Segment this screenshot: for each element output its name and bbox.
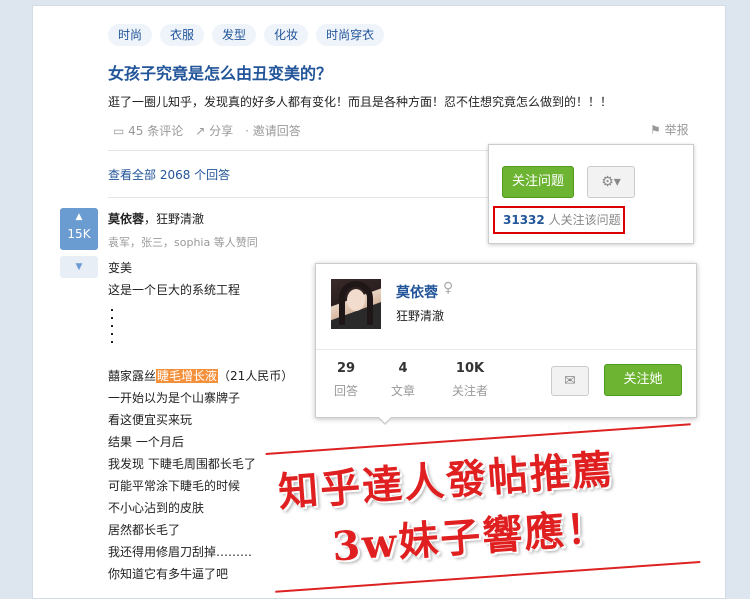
follower-count-label: 人关注该问题 [548, 213, 621, 227]
stat-number: 4 [398, 361, 408, 376]
answer-line: 一开始以为是个山寨牌子 [108, 391, 241, 405]
comment-icon: ▭ [113, 124, 129, 138]
invite-label: 邀请回答 [252, 124, 301, 138]
avatar[interactable] [331, 279, 381, 329]
answer-line: 不小心沾到的皮肤 [108, 501, 205, 515]
share-link[interactable]: ↗ 分享 [195, 122, 233, 139]
settings-dropdown-button[interactable]: ⚙▾ [587, 166, 635, 198]
answer-line: 看这便宜买来玩 [108, 413, 193, 427]
stat-articles[interactable]: 4 文章 [391, 361, 415, 399]
product-prefix: 囍家露丝 [108, 369, 157, 383]
topic-tag[interactable]: 化妆 [264, 24, 309, 46]
female-icon: ♀ [443, 280, 454, 296]
stat-number: 10K [455, 361, 485, 376]
follow-user-button[interactable]: 关注她 [604, 364, 682, 396]
promo-banner: 知乎達人發帖推薦 3w妹子響應！ [265, 423, 701, 593]
stat-followers[interactable]: 10K 关注者 [452, 361, 488, 399]
answer-line: 你知道它有多牛逼了吧 [108, 567, 229, 581]
topic-tag[interactable]: 时尚 [108, 24, 153, 46]
question-meta: ▭ 45 条评论 ↗ 分享 · 邀请回答 [113, 122, 301, 139]
invite-link[interactable]: · 邀请回答 [245, 122, 301, 139]
voters-list[interactable]: 袁军，张三，sophia 等人赞同 [108, 234, 258, 250]
message-button[interactable]: ✉ [551, 366, 589, 396]
question-title[interactable]: 女孩子究竟是怎么由丑变美的？ [108, 60, 332, 84]
flag-icon: ⚑ [650, 123, 665, 137]
comments-link[interactable]: ▭ 45 条评论 [113, 122, 183, 139]
card-pointer [377, 416, 393, 425]
downvote-button[interactable]: ▼ [60, 256, 98, 278]
profile-name[interactable]: 莫依蓉 [396, 282, 438, 302]
report-link[interactable]: ⚑ 举报 [650, 121, 689, 138]
share-icon: ↗ [195, 124, 210, 138]
follower-count[interactable]: 31332 [503, 213, 545, 227]
upvote-button[interactable]: ▲ 15K [60, 208, 98, 250]
vertical-dots [108, 301, 293, 365]
profile-bio: 狂野清澈 [396, 309, 445, 323]
answer-line: 结果 一个月后 [108, 435, 184, 449]
question-detail: 逛了一圈儿知乎，发现真的好多人都有变化！而且是各种方面！忍不住想究竟怎么做到的！… [108, 95, 613, 109]
author-bio: ，狂野清澈 [144, 212, 205, 226]
mail-icon: ✉ [564, 373, 576, 389]
answer-line: 可能平常涂下睫毛的时候 [108, 479, 241, 493]
share-label: 分享 [209, 124, 234, 138]
stat-label: 回答 [334, 384, 359, 398]
stat-answers[interactable]: 29 回答 [334, 361, 358, 399]
stat-number: 29 [336, 361, 356, 376]
highlighted-product: 睫毛增长液 [156, 369, 219, 383]
stat-label: 关注者 [452, 384, 489, 398]
answer-body: 变美 这是一个巨大的系统工程 囍家露丝睫毛增长液（21人民币） 一开始以为是个山… [108, 257, 293, 585]
gear-icon: ⚙▾ [601, 174, 621, 190]
divider [316, 349, 696, 350]
stat-label: 文章 [391, 384, 416, 398]
follow-question-panel: 关注问题 ⚙▾ 31332 人关注该问题 [488, 144, 694, 244]
vote-count: 15K [67, 227, 91, 241]
answer-line: 变美 [108, 261, 133, 275]
answer-line: 这是一个巨大的系统工程 [108, 283, 241, 297]
answer-line: 我还得用修眉刀刮掉……… [108, 545, 253, 559]
topic-tag[interactable]: 时尚穿衣 [316, 24, 385, 46]
view-all-answers-link[interactable]: 查看全部 2068 个回答 [108, 166, 230, 183]
answer-author: 莫依蓉，狂野清澈 [108, 210, 204, 227]
invite-icon: · [245, 124, 253, 138]
answer-line: 居然都长毛了 [108, 523, 181, 537]
down-arrow-icon: ▼ [75, 262, 83, 272]
topic-tags: 时尚 衣服 发型 化妆 时尚穿衣 [108, 24, 385, 46]
author-name[interactable]: 莫依蓉 [108, 212, 144, 226]
report-label: 举报 [664, 123, 689, 137]
divider [108, 197, 488, 198]
answer-line-product: 囍家露丝睫毛增长液（21人民币） [108, 365, 293, 387]
follower-count-box: 31332 人关注该问题 [493, 206, 625, 234]
topic-tag[interactable]: 衣服 [160, 24, 205, 46]
product-suffix: （21人民币） [218, 369, 294, 383]
divider [108, 150, 488, 151]
follow-question-button[interactable]: 关注问题 [502, 166, 574, 198]
profile-hover-card: 莫依蓉 ♀ 狂野清澈 29 回答 4 文章 10K 关注者 ✉ 关注她 [315, 263, 697, 418]
up-arrow-icon: ▲ [75, 212, 83, 222]
comments-label: 45 条评论 [128, 124, 184, 138]
topic-tag[interactable]: 发型 [212, 24, 257, 46]
